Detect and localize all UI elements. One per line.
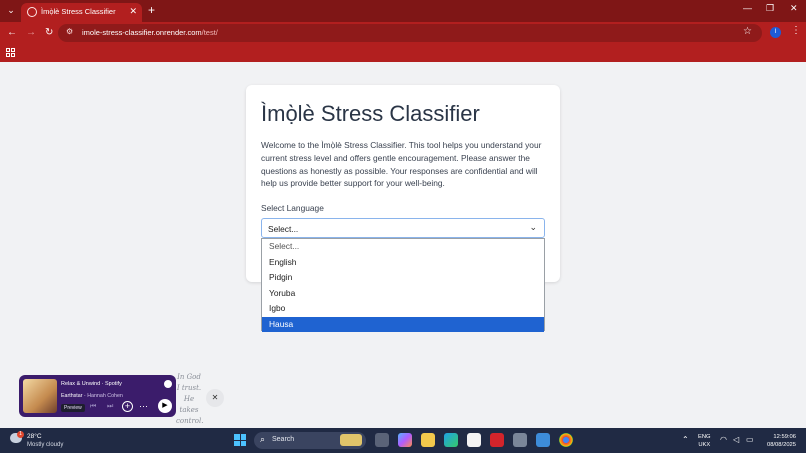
show-hidden-icons-chevron-icon[interactable]: ⌃ bbox=[682, 435, 689, 444]
apps-grid-icon[interactable] bbox=[6, 48, 15, 57]
forward-icon[interactable]: → bbox=[26, 26, 36, 40]
task-view-icon[interactable] bbox=[375, 433, 389, 447]
wps-office-icon[interactable] bbox=[490, 433, 504, 447]
language-select[interactable]: Select... ⌄ bbox=[261, 218, 545, 238]
menu-icon[interactable]: ⋮ bbox=[791, 25, 801, 36]
track-info: Earthstar · Hannah Cohen bbox=[61, 393, 123, 399]
weather-temperature[interactable]: 28°C bbox=[27, 433, 42, 440]
photos-icon[interactable] bbox=[536, 433, 550, 447]
address-bar[interactable]: ⚙ imole-stress-classifier.onrender.com/t… bbox=[58, 24, 762, 42]
more-options-icon[interactable]: ⋯ bbox=[139, 401, 148, 412]
tab-close-icon[interactable]: ✕ bbox=[129, 6, 137, 17]
chevron-down-icon: ⌄ bbox=[529, 222, 537, 232]
reload-icon[interactable]: ↻ bbox=[45, 26, 53, 40]
windows-start-icon[interactable] bbox=[234, 434, 246, 446]
spotify-widget[interactable]: Relax & Unwind · Spotify Earthstar · Han… bbox=[19, 375, 176, 417]
bookmark-star-icon[interactable]: ☆ bbox=[743, 26, 752, 37]
option-yoruba[interactable]: Yoruba bbox=[262, 286, 544, 302]
chrome-icon[interactable] bbox=[559, 433, 573, 447]
tab-strip: ⌄ Ìmọ̀lè Stress Classifier ✕ + — ❐ ✕ bbox=[0, 0, 806, 22]
select-value: Select... bbox=[268, 224, 299, 234]
battery-icon[interactable]: ▭ bbox=[746, 435, 754, 444]
intro-text: Welcome to the Ìmọ̀lè Stress Classifier.… bbox=[261, 140, 542, 189]
site-info-icon[interactable]: ⚙ bbox=[66, 27, 73, 36]
search-placeholder: Search bbox=[272, 436, 295, 443]
previous-track-icon[interactable]: ⏮ bbox=[90, 403, 96, 411]
favicon-icon bbox=[27, 7, 37, 17]
taskbar-search[interactable]: ⌕ Search bbox=[254, 432, 366, 449]
minimize-icon[interactable]: — bbox=[743, 3, 752, 13]
microsoft-store-icon[interactable] bbox=[467, 433, 481, 447]
taskbar: 1 28°C Mostly cloudy ⌕ Search ⌃ ENG UKX ◠… bbox=[0, 428, 806, 453]
playlist-title: Relax & Unwind · Spotify bbox=[61, 381, 122, 387]
wifi-icon[interactable]: ◠ bbox=[720, 435, 727, 444]
tab-search-chevron-icon[interactable]: ⌄ bbox=[4, 3, 18, 17]
search-icon: ⌕ bbox=[260, 434, 266, 444]
volume-icon[interactable]: ◁ bbox=[733, 435, 739, 444]
language-indicator[interactable]: ENG UKX bbox=[698, 433, 711, 449]
browser-tab[interactable]: Ìmọ̀lè Stress Classifier ✕ bbox=[21, 3, 142, 22]
close-icon[interactable]: ✕ bbox=[206, 389, 224, 407]
tab-title: Ìmọ̀lè Stress Classifier bbox=[41, 7, 116, 16]
search-highlight-image bbox=[340, 434, 362, 446]
copilot-icon[interactable] bbox=[398, 433, 412, 447]
clock[interactable]: 12:59:06 08/08/2025 bbox=[764, 433, 796, 449]
back-icon[interactable]: ← bbox=[7, 26, 17, 40]
edge-icon[interactable] bbox=[444, 433, 458, 447]
next-track-icon[interactable]: ⏭ bbox=[107, 403, 113, 411]
new-tab-icon[interactable]: + bbox=[148, 3, 155, 17]
restore-icon[interactable]: ❐ bbox=[766, 3, 774, 14]
file-explorer-icon[interactable] bbox=[421, 433, 435, 447]
option-english[interactable]: English bbox=[262, 255, 544, 271]
preview-badge: Preview bbox=[61, 404, 85, 412]
option-pidgin[interactable]: Pidgin bbox=[262, 270, 544, 286]
add-icon[interactable]: + bbox=[122, 401, 133, 412]
notification-badge: 1 bbox=[17, 431, 24, 438]
language-dropdown-list: Select... English Pidgin Yoruba Igbo Hau… bbox=[261, 238, 545, 332]
play-icon[interactable]: ▶ bbox=[158, 399, 172, 413]
settings-gear-icon[interactable] bbox=[513, 433, 527, 447]
select-language-label: Select Language bbox=[261, 203, 324, 213]
weather-description[interactable]: Mostly cloudy bbox=[27, 442, 63, 448]
option-select[interactable]: Select... bbox=[262, 239, 544, 255]
option-hausa[interactable]: Hausa bbox=[262, 316, 544, 332]
quote-text: In God I trust. He takes control. bbox=[176, 373, 204, 425]
browser-toolbar: ← → ↻ ⚙ imole-stress-classifier.onrender… bbox=[0, 22, 806, 44]
page-title: Ìmọ̀lè Stress Classifier bbox=[261, 101, 480, 126]
bookmarks-bar bbox=[0, 44, 806, 62]
url-text[interactable]: imole-stress-classifier.onrender.com/tes… bbox=[82, 28, 218, 37]
close-window-icon[interactable]: ✕ bbox=[790, 3, 798, 14]
option-igbo[interactable]: Igbo bbox=[262, 301, 544, 317]
spotify-logo-icon bbox=[164, 380, 172, 388]
profile-avatar[interactable]: I bbox=[770, 27, 781, 38]
album-art bbox=[23, 379, 57, 413]
